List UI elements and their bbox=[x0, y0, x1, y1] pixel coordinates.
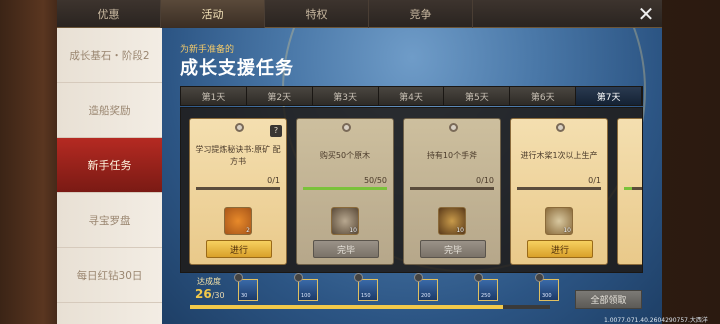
task-progress-bar bbox=[624, 187, 642, 190]
task-progress-text: 0/1 bbox=[267, 176, 280, 185]
task-progress-bar bbox=[517, 187, 601, 190]
task-description: 持有10个手斧 bbox=[426, 151, 478, 160]
pin-icon bbox=[235, 123, 244, 132]
tab-day-1[interactable]: 第1天 bbox=[181, 87, 247, 105]
sidebar: 成长基石・阶段2 造船奖励 新手任务 寻宝罗盘 每日红钻30日 bbox=[57, 28, 162, 324]
tab-privileges[interactable]: 特权 bbox=[265, 0, 369, 28]
tab-competition[interactable]: 竞争 bbox=[369, 0, 473, 28]
top-tab-bar: 优惠 活动 特权 竞争 bbox=[57, 0, 662, 28]
task-description: 购买50个原木 bbox=[319, 151, 371, 160]
tab-offers[interactable]: 优惠 bbox=[57, 0, 161, 28]
reward-chest-icon[interactable]: 150 bbox=[354, 273, 378, 301]
tab-day-7[interactable]: 第7天 bbox=[576, 87, 643, 105]
tab-day-2[interactable]: 第2天 bbox=[246, 87, 313, 105]
reward-chest-icon[interactable]: 300 bbox=[535, 273, 559, 301]
reward-count: 10 bbox=[349, 227, 357, 234]
reward-chest-icon[interactable]: 250 bbox=[474, 273, 498, 301]
sidebar-item-growth-stone[interactable]: 成长基石・阶段2 bbox=[57, 28, 162, 83]
reward-chest-icon[interactable]: 200 bbox=[414, 273, 438, 301]
sidebar-item-treasure-compass[interactable]: 寻宝罗盘 bbox=[57, 193, 162, 248]
task-card-partial bbox=[617, 118, 642, 265]
achievement-value: 26/30 bbox=[195, 287, 225, 301]
task-cards-panel: ? 学习提炼秘诀书:原矿 配方书 0/1 2 进行 购买50个原木 50/50 … bbox=[180, 107, 643, 273]
task-progress-bar bbox=[196, 187, 280, 190]
tab-day-4[interactable]: 第4天 bbox=[378, 87, 445, 105]
task-card: 购买50个原木 50/50 10 完毕 bbox=[296, 118, 394, 265]
achievement-progress-bar bbox=[190, 305, 550, 309]
pin-icon bbox=[449, 123, 458, 132]
day-tabs: 第1天 第2天 第3天 第4天 第5天 第6天 第7天 bbox=[180, 86, 643, 106]
task-progress-text: 0/1 bbox=[588, 176, 601, 185]
sidebar-item-daily-diamonds[interactable]: 每日红钻30日 bbox=[57, 248, 162, 303]
task-card: 持有10个手斧 0/10 10 完毕 bbox=[403, 118, 501, 265]
screen: { "top_tabs": ["优惠", "活动", "特权", "竞争"], … bbox=[0, 0, 720, 324]
reward-count: 2 bbox=[246, 227, 250, 234]
reward-item-icon[interactable]: 10 bbox=[331, 207, 359, 235]
reward-chest-icon[interactable]: 30 bbox=[234, 273, 258, 301]
claim-all-button[interactable]: 全部领取 bbox=[575, 290, 642, 309]
complete-button[interactable]: 完毕 bbox=[313, 240, 379, 258]
task-description: 学习提炼秘诀书:原矿 配方书 bbox=[195, 145, 281, 166]
reward-item-icon[interactable]: 10 bbox=[438, 207, 466, 235]
reward-item-icon[interactable]: 2 bbox=[224, 207, 252, 235]
proceed-button[interactable]: 进行 bbox=[527, 240, 593, 258]
reward-count: 10 bbox=[563, 227, 571, 234]
close-icon[interactable]: ✕ bbox=[636, 4, 656, 24]
version-label: 1.0077.071.40.2604290757.大西洋 bbox=[604, 317, 708, 324]
sidebar-item-newbie-tasks[interactable]: 新手任务 bbox=[57, 138, 162, 193]
task-card: ? 学习提炼秘诀书:原矿 配方书 0/1 2 进行 bbox=[189, 118, 287, 265]
tab-day-6[interactable]: 第6天 bbox=[510, 87, 577, 105]
reward-chest-icon[interactable]: 100 bbox=[294, 273, 318, 301]
tab-events[interactable]: 活动 bbox=[161, 0, 265, 28]
task-card: 进行木桨1次以上生产 0/1 10 进行 bbox=[510, 118, 608, 265]
pin-icon bbox=[342, 123, 351, 132]
achievement-label: 达成度 bbox=[197, 277, 221, 286]
help-button[interactable]: ? bbox=[270, 125, 282, 137]
page-title: 成长支援任务 bbox=[180, 58, 294, 79]
task-progress-bar bbox=[410, 187, 494, 190]
task-progress-text: 0/10 bbox=[476, 176, 494, 185]
sidebar-item-ship-reward[interactable]: 造船奖励 bbox=[57, 83, 162, 138]
main-panel: 为新手准备的 成长支援任务 第1天 第2天 第3天 第4天 第5天 第6天 第7… bbox=[162, 28, 662, 324]
task-progress-text: 50/50 bbox=[363, 176, 387, 185]
proceed-button[interactable]: 进行 bbox=[206, 240, 272, 258]
reward-item-icon[interactable]: 10 bbox=[545, 207, 573, 235]
complete-button[interactable]: 完毕 bbox=[420, 240, 486, 258]
reward-count: 10 bbox=[456, 227, 464, 234]
tab-day-5[interactable]: 第5天 bbox=[444, 87, 511, 105]
task-progress-bar bbox=[303, 187, 387, 190]
pin-icon bbox=[556, 123, 565, 132]
tab-day-3[interactable]: 第3天 bbox=[312, 87, 379, 105]
task-description: 进行木桨1次以上生产 bbox=[520, 151, 598, 160]
